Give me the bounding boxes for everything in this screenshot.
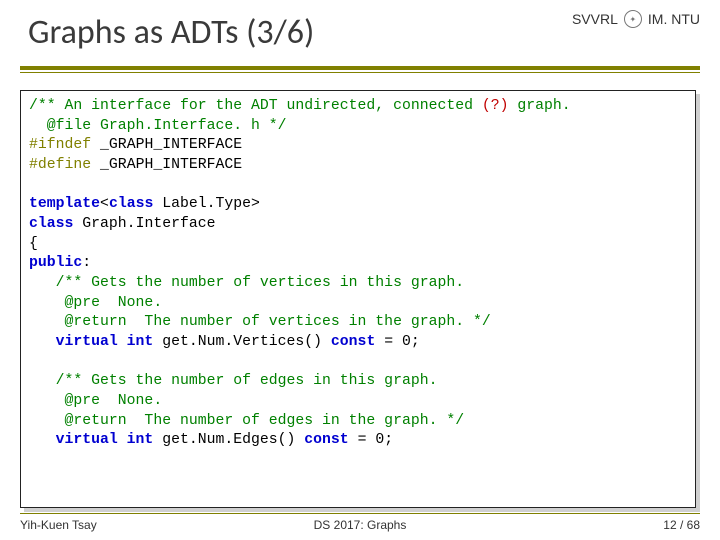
slide-header: SVVRL ✦ IM. NTU Graphs as ADTs (3/6) [0,0,720,80]
slide-footer: Yih-Kuen Tsay DS 2017: Graphs 12 / 68 [20,513,700,532]
code-listing: /** An interface for the ADT undirected,… [29,97,687,451]
title-underline [20,66,700,74]
affiliation: SVVRL ✦ IM. NTU [572,10,700,28]
ntu-logo-icon: ✦ [624,10,642,28]
slide-content: /** An interface for the ADT undirected,… [0,80,720,508]
affil-right: IM. NTU [648,11,700,27]
affil-left: SVVRL [572,11,618,27]
code-box: /** An interface for the ADT undirected,… [20,90,696,508]
footer-course: DS 2017: Graphs [20,518,700,532]
